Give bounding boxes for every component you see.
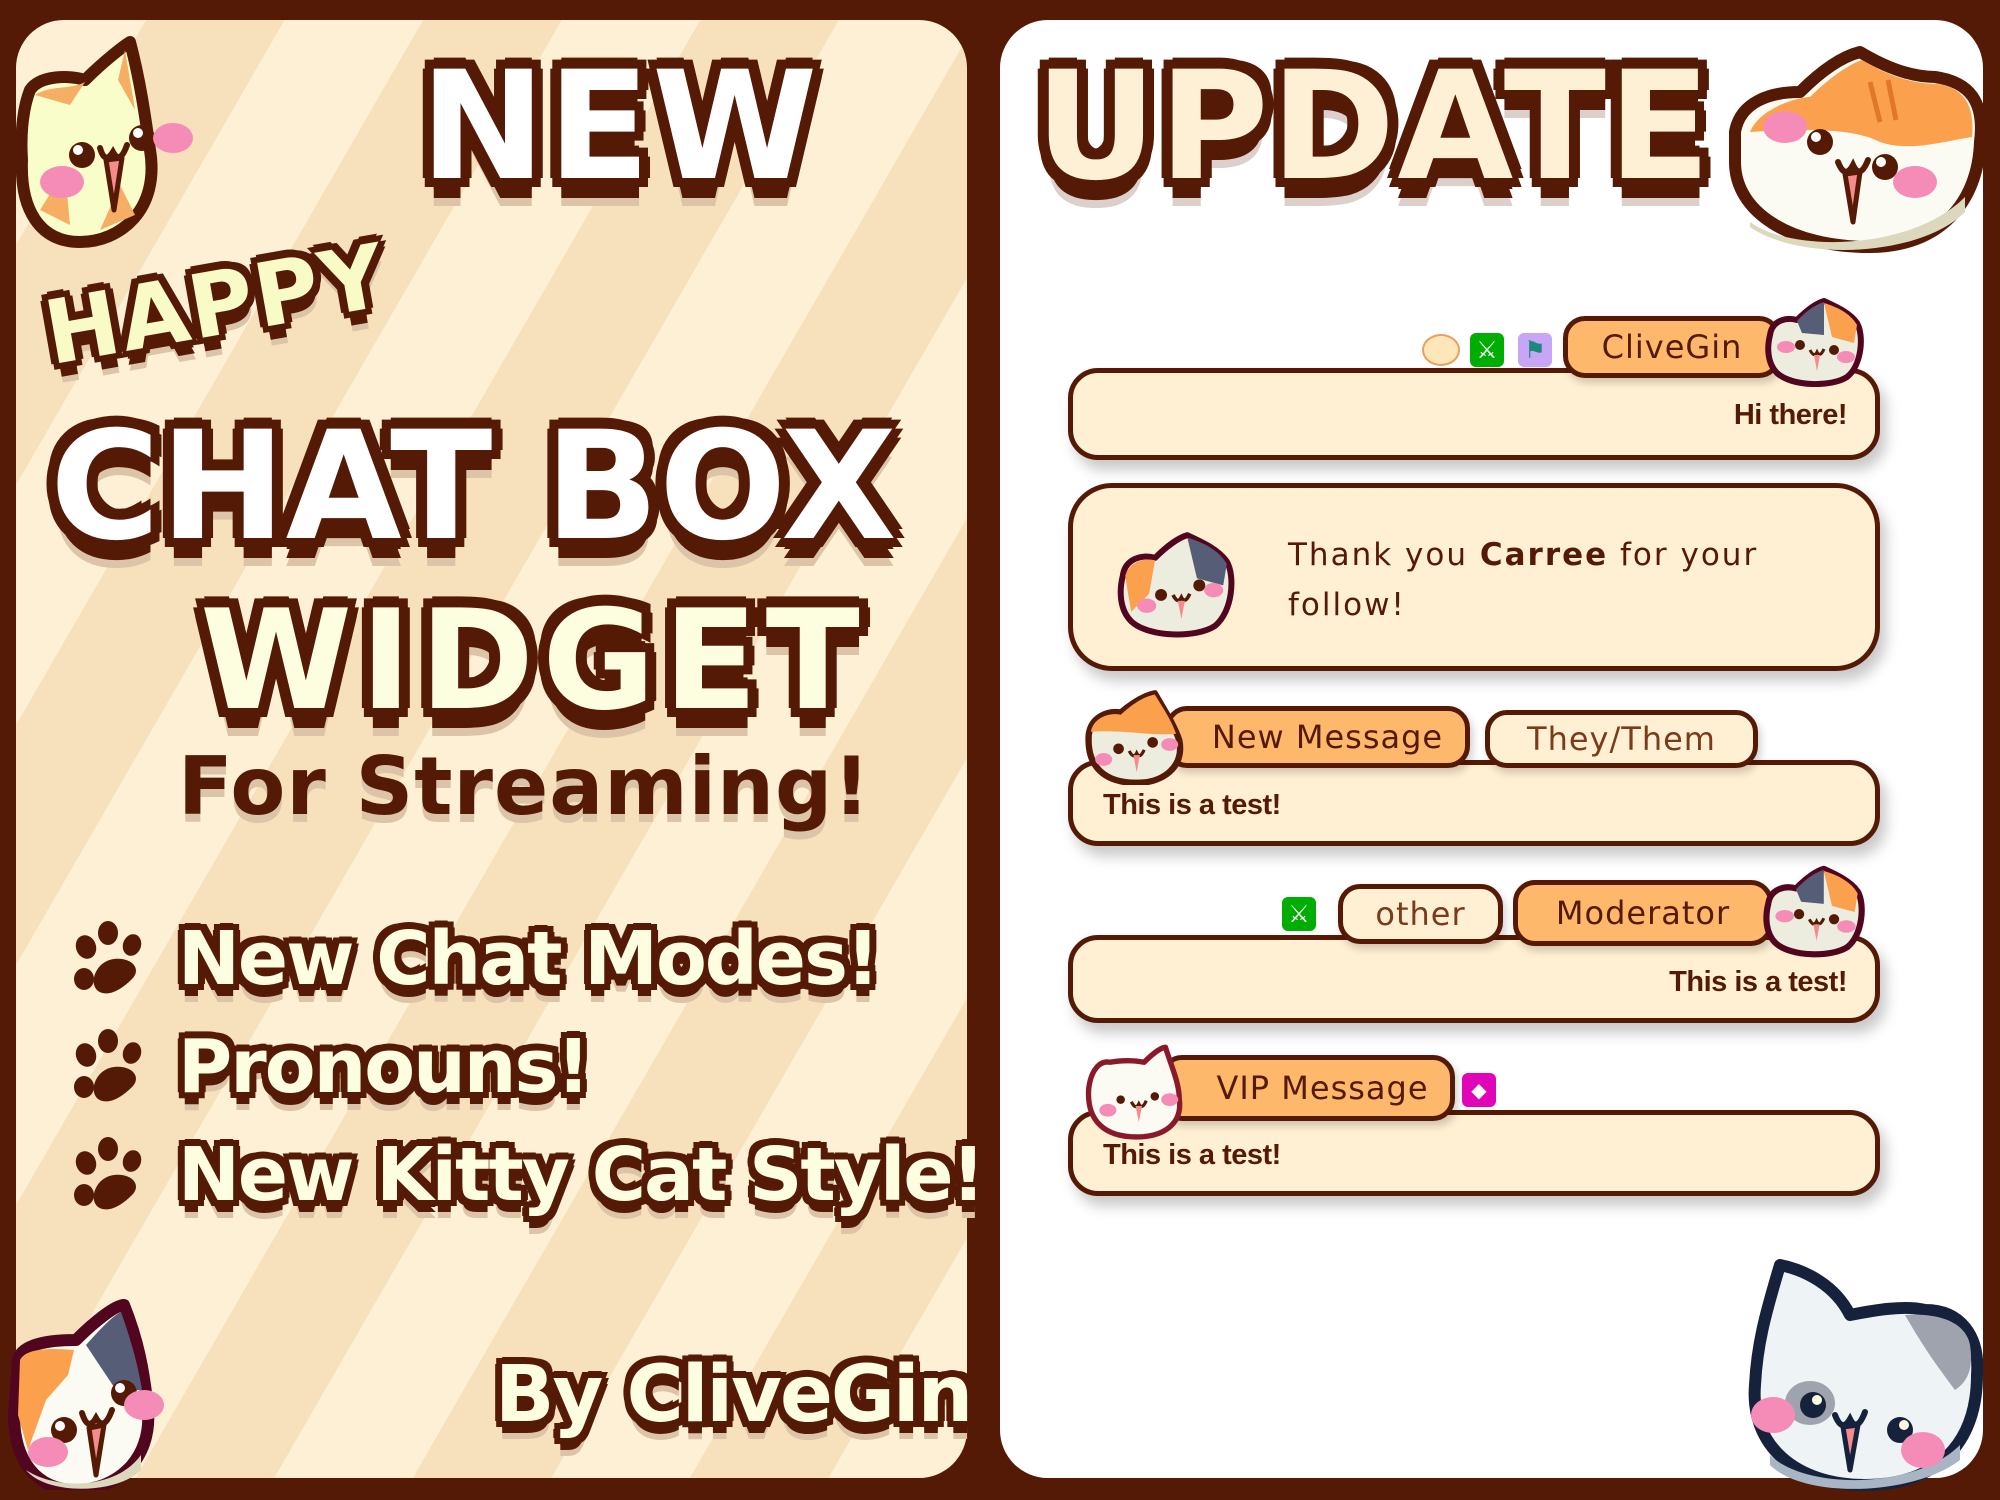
follow-text-prefix: Thank you — [1288, 537, 1480, 573]
message-text: Hi there! — [1733, 399, 1848, 431]
paw-icon — [70, 1137, 150, 1213]
vip-diamond-badge-icon: ◆ — [1462, 1073, 1496, 1107]
orange-avatar-icon — [1085, 690, 1184, 785]
feature-item: New Chat Modes! — [70, 905, 983, 1013]
username-pill: Moderator — [1513, 880, 1773, 946]
username-pill: CliveGin — [1563, 316, 1781, 378]
message-text: This is a test! — [1103, 1139, 1281, 1171]
white-cat-avatar-icon — [1085, 1044, 1183, 1140]
feature-label: New Kitty Cat Style! — [178, 1132, 985, 1218]
message-text: This is a test! — [1103, 789, 1281, 821]
grey-cat-icon — [1748, 1259, 1984, 1491]
follow-alert-text: Thank you Carree for your follow! — [1288, 530, 1848, 630]
follower-name: Carree — [1479, 537, 1609, 573]
feature-label: New Chat Modes! — [178, 916, 880, 1002]
paw-icon — [70, 921, 150, 997]
follow-alert: Thank you Carree for your follow! — [1068, 483, 1880, 671]
feature-item: Pronouns! — [70, 1013, 983, 1121]
username-pill: VIP Message — [1160, 1055, 1455, 1121]
calico-avatar-icon — [1765, 298, 1864, 387]
byline: By CliveGin — [495, 1350, 973, 1440]
calico-cat-icon — [1117, 532, 1235, 638]
dino-sub-badge-icon: ⚑ — [1518, 333, 1552, 367]
feature-label: Pronouns! — [178, 1024, 590, 1110]
calico-cat-icon — [8, 1299, 164, 1490]
title-update: UPDATE — [1035, 40, 1713, 214]
username-pill: New Message — [1165, 706, 1470, 768]
chat-message: This is a test! — [1068, 935, 1880, 1023]
moderator-sword-badge-icon: ⚔ — [1282, 897, 1316, 931]
pronouns-pill: other — [1338, 884, 1503, 944]
chat-message: Hi there! — [1068, 368, 1880, 460]
hamster-emote-badge-icon — [1422, 334, 1460, 366]
paw-icon — [70, 1029, 150, 1105]
pronouns-pill: They/Them — [1485, 710, 1758, 768]
subtitle-for-streaming: For Streaming! — [178, 740, 871, 833]
feature-item: New Kitty Cat Style! — [70, 1121, 985, 1229]
moderator-sword-badge-icon: ⚔ — [1470, 333, 1504, 367]
calico-avatar-icon — [1763, 865, 1865, 958]
orange-cat-icon — [1729, 46, 1987, 253]
title-widget: WIDGET — [200, 580, 868, 741]
message-text: This is a test! — [1669, 966, 1847, 998]
feature-list: New Chat Modes! Pronouns! New Kitty Cat … — [70, 905, 985, 1229]
title-new: NEW — [420, 40, 820, 214]
title-chat-box: CHAT BOX — [50, 400, 897, 574]
tabby-cat-icon — [15, 36, 193, 248]
